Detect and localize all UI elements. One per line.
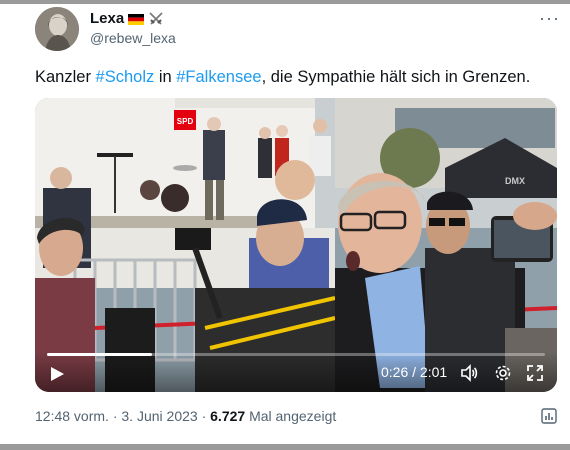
progress-bar[interactable] (47, 353, 545, 356)
views-label: Mal angezeigt (245, 408, 337, 424)
meta-separator-2: · (197, 408, 211, 424)
video-controls (35, 352, 557, 392)
avatar[interactable] (35, 7, 79, 51)
tweet-text-mid: in (154, 68, 177, 86)
author-handle[interactable]: @rebew_lexa (90, 30, 176, 46)
germany-flag-icon (128, 13, 145, 25)
analytics-icon[interactable] (540, 407, 558, 425)
author-name-row[interactable]: Lexa (90, 10, 164, 28)
spd-sign-label: SPD (177, 117, 194, 126)
tweet-time[interactable]: 12:48 vorm. (35, 408, 109, 424)
video-frame: SPD DMX (35, 98, 557, 392)
settings-icon[interactable] (494, 364, 512, 382)
tent-label: DMX (505, 176, 525, 186)
progress-fill (47, 353, 152, 356)
avatar-photo (35, 7, 79, 51)
top-frame-border (0, 0, 570, 4)
hashtag-link-falkensee[interactable]: #Falkensee (176, 68, 261, 86)
tweet-date[interactable]: 3. Juni 2023 (121, 408, 197, 424)
views-count: 6.727 (210, 408, 246, 424)
author-display-name[interactable]: Lexa (90, 10, 124, 28)
tweet-meta: 12:48 vorm. · 3. Juni 2023 · 6.727 Mal a… (35, 408, 336, 424)
more-horizontal-icon[interactable]: ··· (539, 8, 560, 29)
volume-icon[interactable] (460, 364, 478, 382)
meta-separator: · (108, 408, 122, 424)
crossed-swords-icon (149, 12, 163, 25)
hashtag-link-scholz[interactable]: #Scholz (96, 68, 155, 86)
fullscreen-icon[interactable] (526, 364, 544, 382)
play-icon[interactable] (49, 366, 65, 382)
bottom-frame-border (0, 444, 570, 450)
tweet-text-prefix: Kanzler (35, 68, 96, 86)
video-player[interactable]: SPD DMX 0:26 / 2:01 (35, 98, 557, 392)
tweet-text-suffix: , die Sympathie hält sich in Grenzen. (261, 68, 531, 86)
time-display: 0:26 / 2:01 (381, 364, 448, 380)
tweet-text: Kanzler #Scholz in #Falkensee, die Sympa… (35, 67, 530, 87)
